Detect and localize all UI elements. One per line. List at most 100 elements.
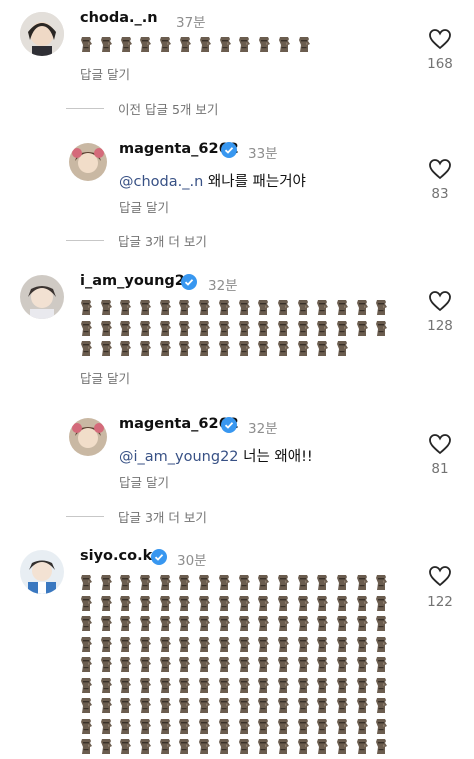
moai-emoji	[199, 575, 211, 590]
moai-emoji	[179, 300, 191, 315]
moai-emoji	[336, 320, 348, 336]
moai-emoji	[159, 341, 171, 356]
comment-username[interactable]: i_am_young22	[80, 273, 195, 289]
avatar[interactable]	[20, 550, 64, 594]
moai-emoji	[159, 739, 171, 754]
moai-emoji	[376, 616, 388, 631]
moai-emoji	[297, 698, 309, 713]
moai-emoji	[120, 718, 132, 734]
view-more-replies[interactable]: 답글 3개 더 보기	[66, 507, 207, 526]
moai-emoji-grid	[80, 574, 395, 759]
moai-emoji	[100, 341, 112, 356]
reply-button[interactable]: 답글 달기	[80, 64, 130, 83]
moai-emoji-grid	[80, 36, 318, 57]
moai-emoji	[140, 575, 152, 590]
divider	[66, 108, 104, 109]
moai-emoji	[120, 698, 132, 713]
moai-emoji	[179, 616, 191, 631]
moai-emoji	[159, 636, 171, 652]
moai-emoji	[218, 657, 230, 672]
comment-body: 너는 왜애!!	[243, 449, 313, 465]
reply-button[interactable]: 답글 달기	[119, 197, 169, 216]
moai-emoji	[297, 636, 309, 652]
moai-emoji	[179, 320, 191, 336]
moai-emoji	[277, 657, 289, 672]
mention-link[interactable]: @choda._.n	[119, 174, 203, 190]
heart-outline-icon[interactable]	[428, 290, 452, 312]
avatar[interactable]	[69, 143, 107, 181]
moai-emoji	[100, 300, 112, 315]
moai-emoji	[218, 739, 230, 754]
comment-username[interactable]: siyo.co.kr	[80, 548, 159, 564]
moai-emoji	[258, 575, 270, 590]
moai-emoji	[376, 320, 388, 336]
moai-emoji	[297, 595, 309, 611]
moai-emoji	[238, 341, 250, 356]
moai-emoji	[376, 677, 388, 693]
moai-emoji	[159, 677, 171, 693]
avatar[interactable]	[69, 418, 107, 456]
moai-emoji	[81, 320, 92, 336]
moai-emoji	[120, 636, 132, 652]
moai-emoji	[100, 616, 112, 631]
heart-outline-icon[interactable]	[428, 158, 452, 180]
moai-emoji	[140, 698, 152, 713]
comment-username[interactable]: choda._.n	[80, 10, 158, 26]
moai-emoji	[159, 575, 171, 590]
moai-emoji	[258, 300, 270, 315]
heart-outline-icon[interactable]	[428, 565, 452, 587]
moai-emoji	[140, 300, 152, 315]
moai-emoji	[317, 575, 329, 590]
view-previous-replies[interactable]: 이전 답글 5개 보기	[66, 99, 218, 118]
moai-emoji	[238, 718, 250, 734]
mention-link[interactable]: @i_am_young22	[119, 449, 239, 465]
moai-emoji	[376, 595, 388, 611]
moai-emoji	[356, 636, 368, 652]
moai-emoji	[277, 636, 289, 652]
moai-emoji	[238, 616, 250, 631]
moai-emoji	[100, 575, 112, 590]
moai-emoji	[81, 595, 92, 611]
avatar[interactable]	[20, 12, 64, 56]
moai-emoji	[356, 575, 368, 590]
like-count: 122	[427, 594, 453, 610]
moai-emoji	[238, 575, 250, 590]
heart-outline-icon[interactable]	[428, 433, 452, 455]
moai-emoji	[277, 595, 289, 611]
moai-emoji	[179, 718, 191, 734]
moai-emoji-grid	[80, 299, 395, 361]
heart-outline-icon[interactable]	[428, 28, 452, 50]
moai-emoji	[199, 677, 211, 693]
moai-emoji	[140, 37, 152, 52]
reply-button[interactable]: 답글 달기	[119, 472, 169, 491]
moai-emoji	[317, 636, 329, 652]
moai-emoji	[336, 718, 348, 734]
view-more-replies[interactable]: 답글 3개 더 보기	[66, 231, 207, 250]
moai-emoji	[199, 698, 211, 713]
moai-emoji	[277, 300, 289, 315]
moai-emoji	[218, 320, 230, 336]
reply-button[interactable]: 답글 달기	[80, 368, 130, 387]
moai-emoji	[140, 636, 152, 652]
moai-emoji	[336, 657, 348, 672]
moai-emoji	[100, 677, 112, 693]
moai-emoji	[219, 37, 231, 52]
view-more-label: 답글 3개 더 보기	[118, 510, 207, 525]
moai-emoji	[356, 698, 368, 713]
moai-emoji	[140, 739, 152, 754]
moai-emoji	[120, 575, 132, 590]
moai-emoji	[218, 616, 230, 631]
moai-emoji	[120, 657, 132, 672]
moai-emoji	[356, 677, 368, 693]
moai-emoji	[277, 341, 289, 356]
moai-emoji	[277, 677, 289, 693]
moai-emoji	[356, 718, 368, 734]
comment-time: 30분	[177, 553, 207, 569]
moai-emoji	[179, 636, 191, 652]
moai-emoji	[100, 657, 112, 672]
moai-emoji	[199, 616, 211, 631]
avatar[interactable]	[20, 275, 64, 319]
moai-emoji	[258, 616, 270, 631]
moai-emoji	[100, 739, 112, 754]
moai-emoji	[356, 595, 368, 611]
